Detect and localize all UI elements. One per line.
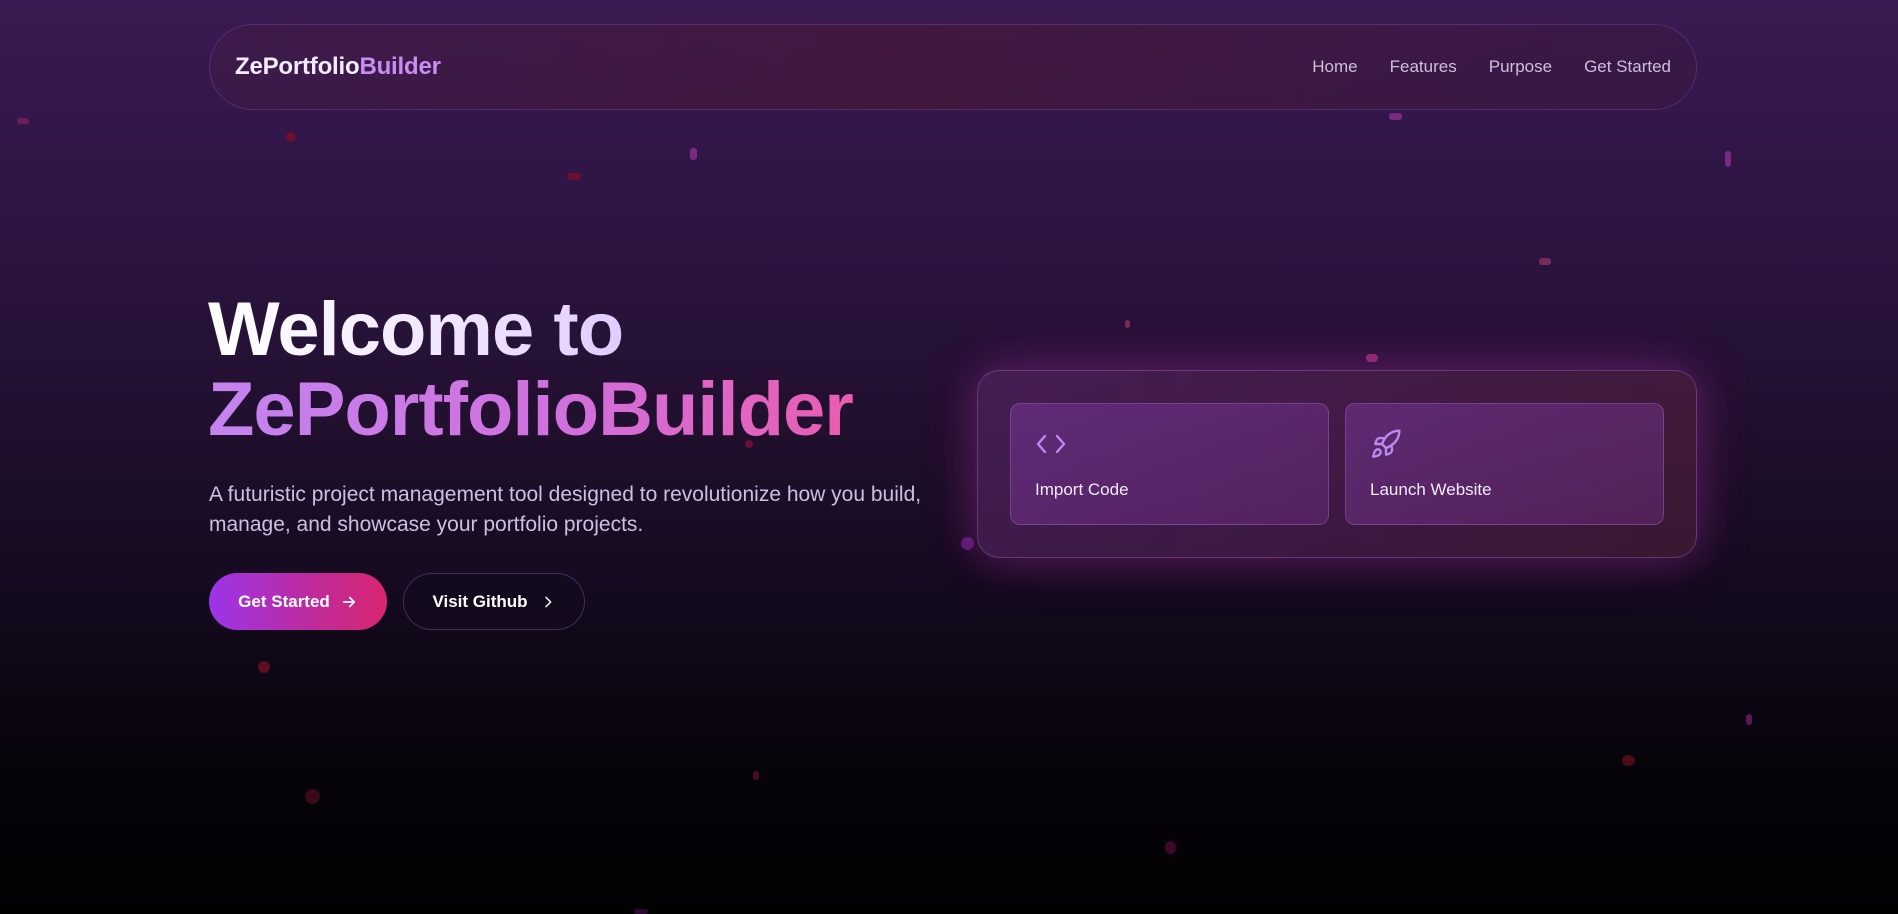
particle <box>258 661 270 673</box>
feature-card-label: Launch Website <box>1370 480 1492 499</box>
brand-text-portfolio: Portfolio <box>262 53 360 80</box>
brand-text-ze: Ze <box>235 53 263 80</box>
nav-link-home[interactable]: Home <box>1312 57 1357 77</box>
particle <box>286 132 296 142</box>
nav-links: Home Features Purpose Get Started <box>1312 57 1671 77</box>
feature-card-launch-website[interactable]: Launch Website <box>1345 403 1664 525</box>
hero-title-line2: ZePortfolioBuilder <box>208 367 854 452</box>
particle <box>567 173 581 180</box>
particle <box>1622 755 1635 766</box>
visit-github-label: Visit Github <box>432 591 528 611</box>
rocket-icon <box>1370 428 1402 460</box>
feature-panel: Import Code Launch Website <box>977 370 1697 558</box>
nav-link-purpose[interactable]: Purpose <box>1489 57 1552 77</box>
nav-link-get-started[interactable]: Get Started <box>1584 57 1671 77</box>
particle <box>1746 714 1752 725</box>
hero-title-line1: Welcome to <box>208 287 624 372</box>
feature-card-label: Import Code <box>1035 480 1129 499</box>
top-navbar: Ze Portfolio Builder Home Features Purpo… <box>209 24 1697 110</box>
feature-card-import-code[interactable]: Import Code <box>1010 403 1329 525</box>
get-started-label: Get Started <box>238 591 330 611</box>
particle <box>690 148 697 160</box>
brand-logo[interactable]: Ze Portfolio Builder <box>235 53 441 81</box>
hero-title: Welcome to ZePortfolioBuilder <box>208 287 854 452</box>
particle <box>634 909 648 914</box>
arrow-right-icon <box>340 593 358 611</box>
particle <box>1366 354 1378 362</box>
particle <box>305 789 320 804</box>
particle <box>1539 258 1551 265</box>
particle <box>753 771 759 780</box>
particle <box>17 118 29 124</box>
chevron-right-icon <box>540 594 556 610</box>
brand-text-builder: Builder <box>359 53 441 80</box>
nav-link-features[interactable]: Features <box>1390 57 1457 77</box>
code-icon <box>1035 428 1067 460</box>
particle <box>1725 151 1731 167</box>
hero-subtitle: A futuristic project management tool des… <box>209 483 922 536</box>
get-started-button[interactable]: Get Started <box>209 573 387 630</box>
visit-github-button[interactable]: Visit Github <box>403 573 585 630</box>
particle <box>1125 320 1130 328</box>
particle <box>1389 113 1402 120</box>
particle <box>1165 841 1176 854</box>
